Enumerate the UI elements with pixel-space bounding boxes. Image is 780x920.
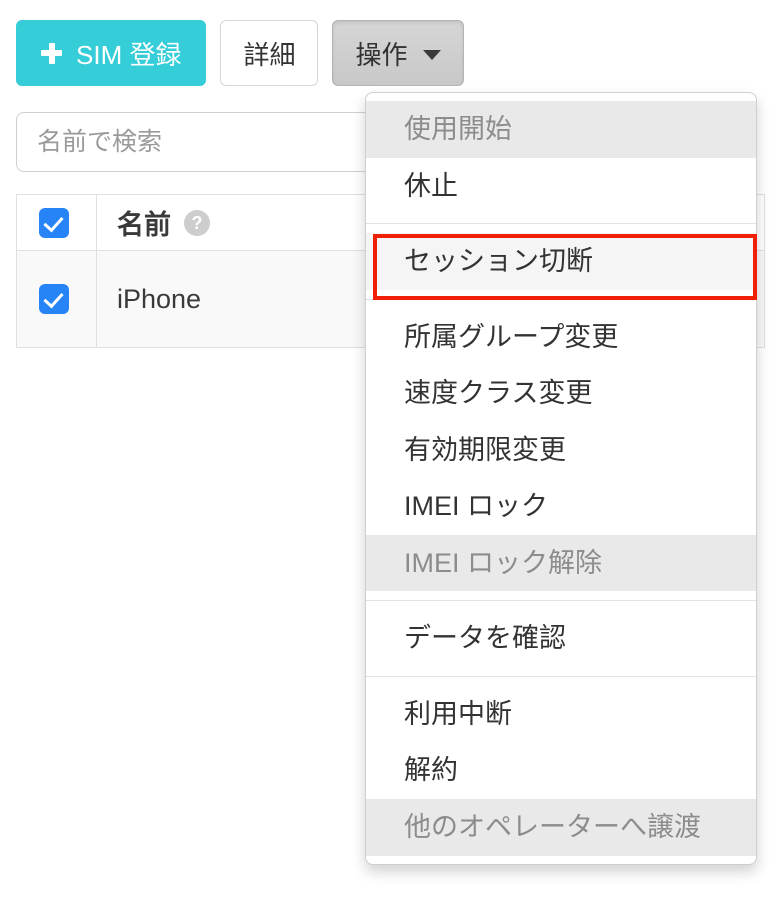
menu-item-check-data[interactable]: データを確認 [366, 610, 756, 667]
menu-item-imei-lock[interactable]: IMEI ロック [366, 478, 756, 535]
row-name-cell: iPhone [96, 250, 397, 348]
add-sim-label: SIM 登録 [76, 39, 182, 70]
menu-separator [366, 675, 756, 677]
menu-separator [366, 223, 756, 225]
menu-item-disconnect-session[interactable]: セッション切断 [366, 233, 756, 290]
menu-item-cancel-contract[interactable]: 解約 [366, 742, 756, 799]
select-all-cell [16, 194, 97, 251]
toolbar: SIM 登録 詳細 操作 [16, 20, 465, 86]
help-circle-icon[interactable]: ? [184, 209, 210, 236]
column-header-name: 名前 ? [96, 194, 397, 251]
chevron-down-icon [423, 49, 442, 60]
menu-item-transfer-operator: 他のオペレーターへ譲渡 [366, 799, 756, 856]
detail-button[interactable]: 詳細 [220, 20, 319, 86]
detail-label: 詳細 [243, 39, 296, 70]
menu-item-start-use: 使用開始 [366, 101, 756, 158]
menu-item-interrupt-use[interactable]: 利用中断 [366, 686, 756, 743]
add-sim-button[interactable]: SIM 登録 [16, 20, 207, 86]
plus-icon [41, 42, 62, 64]
menu-item-suspend[interactable]: 休止 [366, 158, 756, 215]
action-dropdown-menu: 使用開始 休止 セッション切断 所属グループ変更 速度クラス変更 有効期限変更 … [365, 92, 757, 865]
row-select-cell [16, 250, 97, 348]
action-dropdown-button[interactable]: 操作 [332, 20, 465, 86]
menu-item-change-speed-class[interactable]: 速度クラス変更 [366, 365, 756, 422]
row-checkbox[interactable] [39, 284, 69, 314]
menu-item-change-expiry[interactable]: 有効期限変更 [366, 422, 756, 479]
menu-item-imei-unlock: IMEI ロック解除 [366, 534, 756, 592]
column-header-name-label: 名前 [117, 210, 171, 240]
menu-separator [366, 298, 756, 300]
menu-item-change-group[interactable]: 所属グループ変更 [366, 309, 756, 366]
select-all-checkbox[interactable] [39, 207, 69, 238]
menu-separator [366, 600, 756, 602]
action-label: 操作 [355, 39, 408, 70]
row-name-label: iPhone [117, 283, 202, 314]
